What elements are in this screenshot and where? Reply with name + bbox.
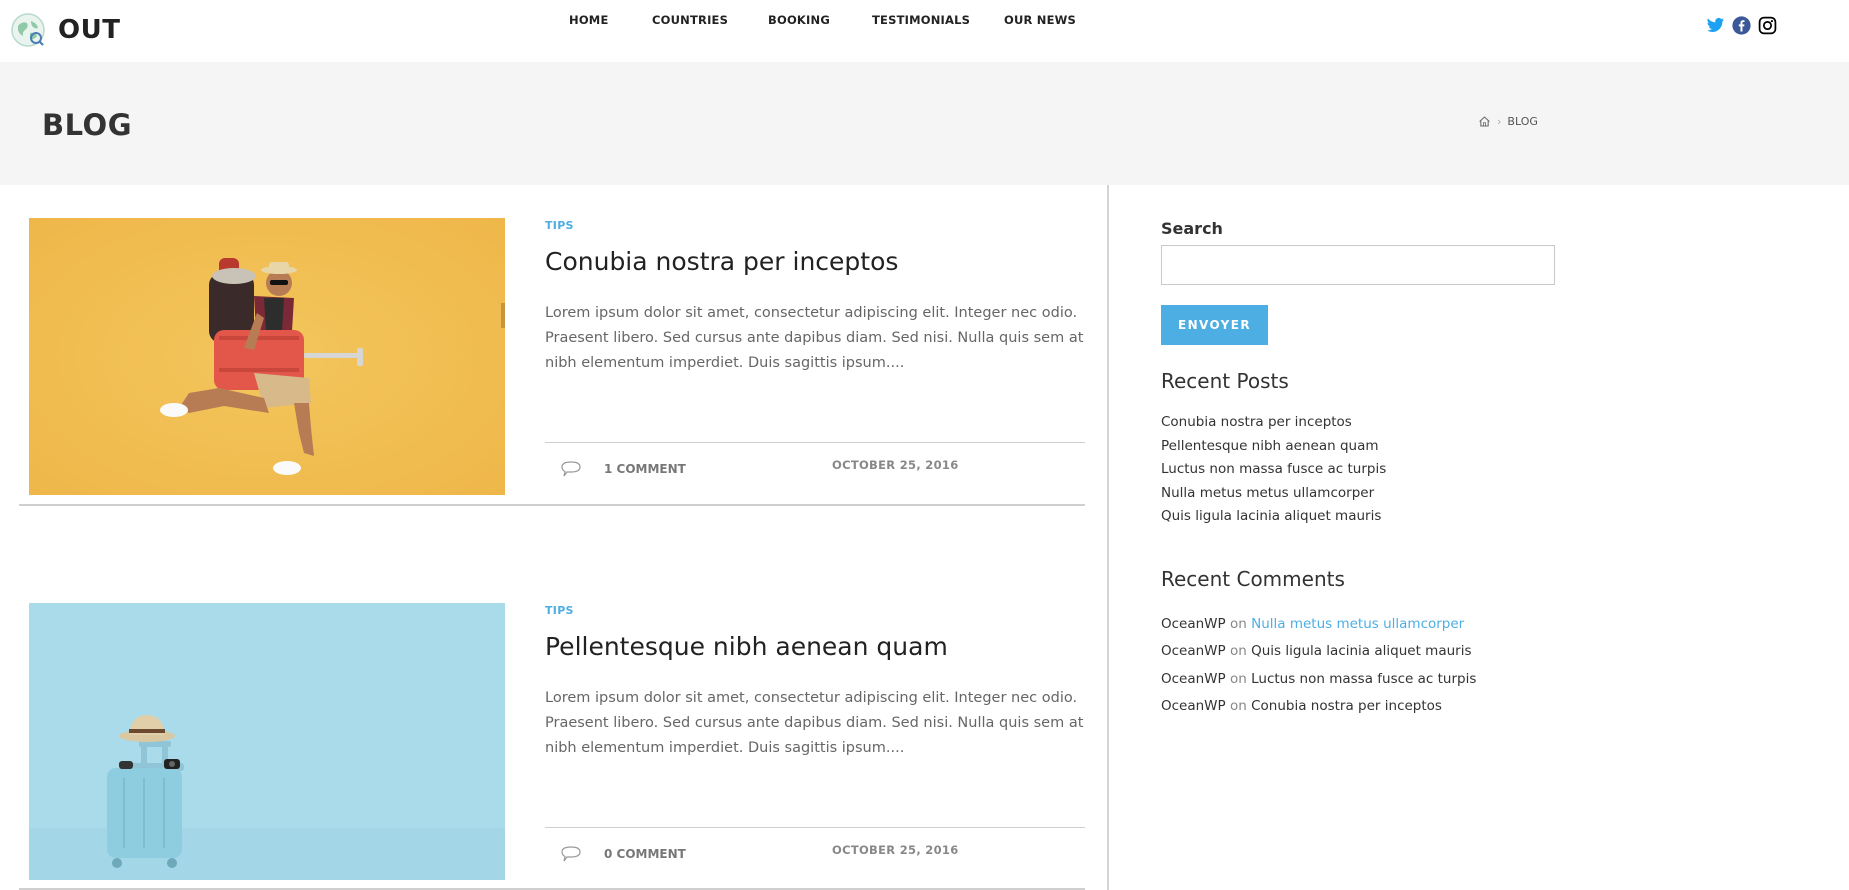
search-label: Search <box>1161 219 1223 238</box>
recent-post-link[interactable]: Luctus non massa fusce ac turpis <box>1161 458 1581 482</box>
suitcase-with-hat-image <box>29 603 505 880</box>
comment-author: OceanWP <box>1161 698 1226 714</box>
recent-comment-item: OceanWP on Luctus non massa fusce ac tur… <box>1161 666 1581 694</box>
post-excerpt: Lorem ipsum dolor sit amet, consectetur … <box>545 305 1084 371</box>
post-thumbnail[interactable] <box>29 603 505 880</box>
nav-item-booking[interactable]: BOOKING <box>768 13 830 27</box>
post-date: OCTOBER 25, 2016 <box>832 458 959 472</box>
comment-author: OceanWP <box>1161 643 1226 659</box>
chevron-right-icon: › <box>1497 115 1502 128</box>
nav-item-countries[interactable]: COUNTRIES <box>652 13 728 27</box>
nav-item-our-news[interactable]: OUR NEWS <box>1004 13 1076 27</box>
nav-item-testimonials[interactable]: TESTIMONIALS <box>872 13 970 27</box>
traveler-jumping-image <box>29 218 505 495</box>
post-comment-count: 0 COMMENT <box>604 847 686 861</box>
breadcrumb: › BLOG <box>1478 115 1538 128</box>
comment-author: OceanWP <box>1161 670 1226 687</box>
comment-on-text: on <box>1229 698 1247 714</box>
recent-post-link[interactable]: Conubia nostra per inceptos <box>1161 411 1581 435</box>
post-meta-divider <box>545 442 1085 443</box>
recent-comments-title: Recent Comments <box>1161 566 1345 591</box>
post-meta-divider <box>545 827 1085 828</box>
recent-posts-title: Recent Posts <box>1161 369 1289 393</box>
comment-icon <box>561 846 581 862</box>
nav-item-home[interactable]: HOME <box>569 13 609 27</box>
content-sidebar-divider <box>1107 185 1109 890</box>
comment-post-link[interactable]: Nulla metus metus ullamcorper <box>1251 616 1464 632</box>
post-excerpt: Lorem ipsum dolor sit amet, consectetur … <box>545 690 1084 756</box>
recent-comments-list: OceanWP on Nulla metus metus ullamcorper… <box>1161 611 1581 721</box>
post-date: OCTOBER 25, 2016 <box>832 843 959 857</box>
facebook-icon[interactable] <box>1732 16 1751 35</box>
post-divider <box>19 504 1085 506</box>
comment-author: OceanWP <box>1161 615 1226 632</box>
post-title[interactable]: Conubia nostra per inceptos <box>545 247 898 276</box>
page-title: BLOG <box>42 108 133 142</box>
comment-post-link[interactable]: Quis ligula lacinia aliquet mauris <box>1251 643 1471 659</box>
home-icon[interactable] <box>1478 115 1491 128</box>
post-comment-count: 1 COMMENT <box>604 462 686 476</box>
recent-comment-item: OceanWP on Quis ligula lacinia aliquet m… <box>1161 638 1581 666</box>
sidebar: Search ENVOYER Recent Posts Conubia nost… <box>1161 185 1581 721</box>
breadcrumb-current: BLOG <box>1507 115 1538 128</box>
post-category[interactable]: TIPS <box>545 604 574 617</box>
twitter-icon[interactable] <box>1706 16 1725 35</box>
main-nav: HOME COUNTRIES BOOKING TESTIMONIALS OUR … <box>0 13 1849 35</box>
post-comments-link[interactable]: 1 COMMENT <box>560 460 686 478</box>
search-input[interactable] <box>1161 245 1555 285</box>
page-header: BLOG › BLOG <box>0 62 1849 185</box>
search-submit-button[interactable]: ENVOYER <box>1161 305 1268 345</box>
post-title[interactable]: Pellentesque nibh aenean quam <box>545 632 948 661</box>
comment-on-text: on <box>1229 615 1247 632</box>
post-thumbnail[interactable] <box>29 218 505 495</box>
blog-post: TIPS Conubia nostra per inceptos Lorem i… <box>0 185 1107 506</box>
search-widget: Search ENVOYER <box>1161 219 1581 345</box>
recent-post-link[interactable]: Nulla metus metus ullamcorper <box>1161 482 1581 506</box>
recent-comment-item: OceanWP on Conubia nostra per inceptos <box>1161 693 1581 721</box>
comment-post-link[interactable]: Luctus non massa fusce ac turpis <box>1251 671 1476 687</box>
recent-comment-item: OceanWP on Nulla metus metus ullamcorper <box>1161 611 1581 639</box>
recent-posts-list: Conubia nostra per inceptos Pellentesque… <box>1161 411 1581 529</box>
post-comments-link[interactable]: 0 COMMENT <box>560 845 686 863</box>
comment-on-text: on <box>1229 670 1247 687</box>
social-links <box>1706 16 1777 35</box>
recent-posts-widget: Recent Posts Conubia nostra per inceptos… <box>1161 369 1581 529</box>
comment-on-text: on <box>1229 643 1247 659</box>
site-header: OUT HOME COUNTRIES BOOKING TESTIMONIALS … <box>0 0 1849 62</box>
comment-post-link[interactable]: Conubia nostra per inceptos <box>1251 698 1442 714</box>
instagram-icon[interactable] <box>1758 16 1777 35</box>
blog-post: TIPS Pellentesque nibh aenean quam Lorem… <box>0 570 1107 890</box>
post-category[interactable]: TIPS <box>545 219 574 232</box>
comment-icon <box>561 461 581 477</box>
recent-comments-widget: Recent Comments OceanWP on Nulla metus m… <box>1161 567 1581 721</box>
recent-post-link[interactable]: Quis ligula lacinia aliquet mauris <box>1161 505 1581 529</box>
recent-post-link[interactable]: Pellentesque nibh aenean quam <box>1161 435 1581 459</box>
